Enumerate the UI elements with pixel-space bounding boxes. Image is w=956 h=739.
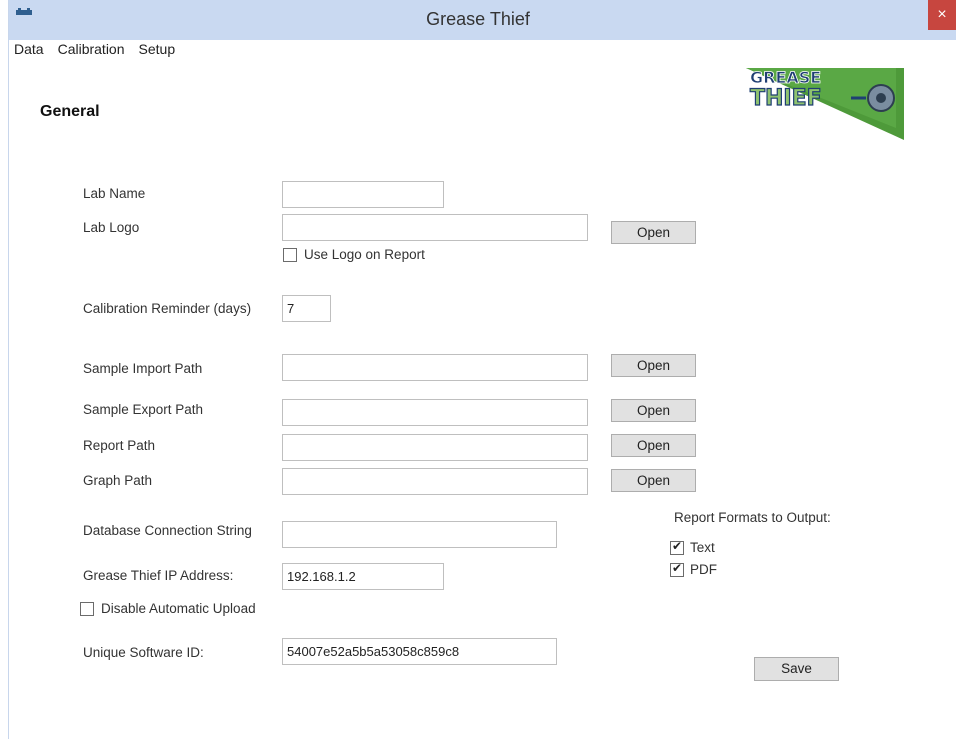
pdf-format-label: PDF (690, 562, 717, 577)
db-connection-label: Database Connection String (83, 523, 252, 538)
graph-path-input[interactable] (282, 468, 588, 495)
menu-setup[interactable]: Setup (139, 41, 176, 61)
open-report-path-button[interactable]: Open (611, 434, 696, 457)
db-connection-input[interactable] (282, 521, 557, 548)
ip-address-label: Grease Thief IP Address: (83, 568, 234, 583)
lab-logo-input[interactable] (282, 214, 588, 241)
lab-logo-label: Lab Logo (83, 220, 140, 235)
save-button[interactable]: Save (754, 657, 839, 681)
grease-thief-logo: GREASE THIEF (746, 68, 904, 140)
report-path-input[interactable] (282, 434, 588, 461)
close-button[interactable]: × (928, 0, 956, 30)
section-title: General (40, 103, 100, 120)
lab-name-input[interactable] (282, 181, 444, 208)
menu-data[interactable]: Data (14, 41, 44, 61)
ip-address-input[interactable] (282, 563, 444, 590)
sample-export-path-label: Sample Export Path (83, 402, 204, 417)
calibration-reminder-label: Calibration Reminder (days) (83, 301, 252, 316)
software-id-label: Unique Software ID: (83, 645, 204, 660)
open-sample-export-button[interactable]: Open (611, 399, 696, 422)
sample-import-path-label: Sample Import Path (83, 361, 203, 376)
use-logo-label: Use Logo on Report (304, 247, 425, 262)
sample-export-path-input[interactable] (282, 399, 588, 426)
menu-bar: Data Calibration Setup (14, 41, 175, 61)
text-format-label: Text (690, 540, 715, 555)
software-id-input[interactable] (282, 638, 557, 665)
window-left-border (0, 0, 9, 739)
report-formats-title: Report Formats to Output: (674, 510, 831, 525)
sample-import-path-input[interactable] (282, 354, 588, 381)
disable-upload-label: Disable Automatic Upload (101, 601, 256, 616)
report-path-label: Report Path (83, 438, 156, 453)
open-lab-logo-button[interactable]: Open (611, 221, 696, 244)
text-format-checkbox[interactable] (670, 539, 684, 555)
logo-line1: GREASE (750, 68, 821, 87)
use-logo-checkbox[interactable] (283, 248, 297, 262)
window-title: Grease Thief (426, 9, 530, 29)
pdf-format-checkbox[interactable] (670, 561, 684, 577)
lab-name-label: Lab Name (83, 186, 146, 201)
open-sample-import-button[interactable]: Open (611, 354, 696, 377)
open-graph-path-button[interactable]: Open (611, 469, 696, 492)
menu-calibration[interactable]: Calibration (58, 41, 125, 61)
graph-path-label: Graph Path (83, 473, 153, 488)
logo-line2: THIEF (750, 86, 822, 111)
disable-upload-checkbox[interactable] (80, 602, 94, 616)
calibration-reminder-input[interactable] (282, 295, 331, 322)
